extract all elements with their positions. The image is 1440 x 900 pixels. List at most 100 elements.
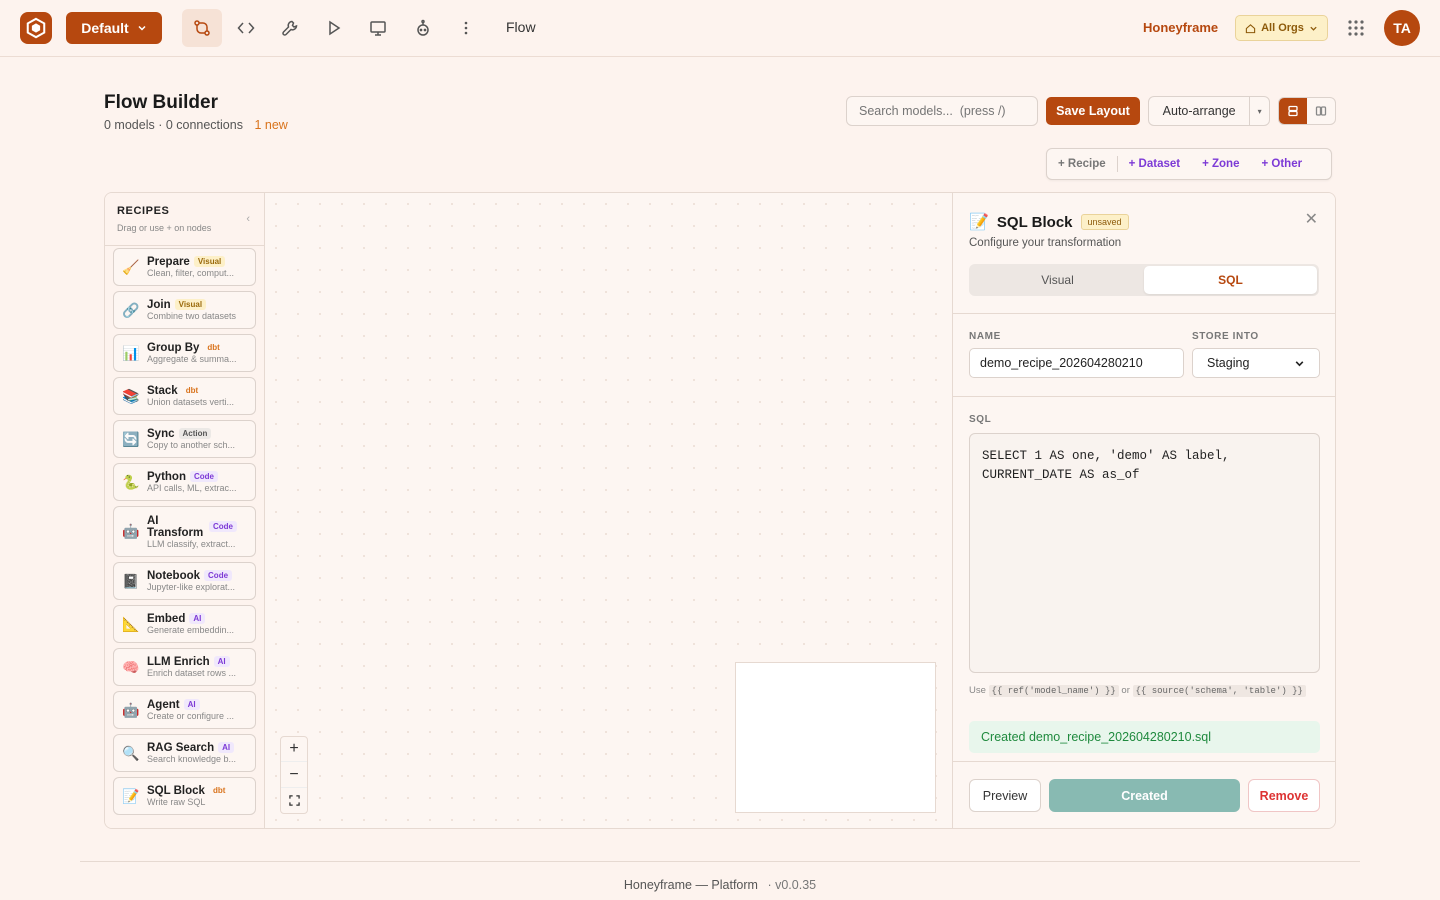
recipe-description: Search knowledge b... [147, 754, 237, 764]
tab-visual[interactable]: Visual [971, 266, 1144, 294]
monitor-tool-button[interactable] [358, 9, 398, 47]
workspace-dropdown-button[interactable]: Default [66, 12, 162, 44]
zoom-out-button[interactable]: − [281, 762, 307, 788]
recipe-config-panel: 📝 SQL Block unsaved ✕ Configure your tra… [952, 193, 1335, 828]
recipe-description: Write raw SQL [147, 797, 206, 807]
recipe-tag: AI [213, 656, 230, 667]
add-other-button[interactable]: + Other [1250, 158, 1313, 170]
preview-button[interactable]: Preview [969, 779, 1041, 812]
recipe-name-text: Sync [147, 428, 175, 440]
recipe-icon: 🧠 [122, 658, 140, 675]
recipe-name: Sync Action [147, 428, 245, 440]
recipe-item[interactable]: 📊 Group By dbt Aggregate & summa... [113, 334, 256, 372]
columns-icon [1315, 106, 1327, 116]
store-into-select[interactable]: Staging [1192, 348, 1320, 378]
play-icon [329, 20, 341, 36]
recipe-item[interactable]: 🔍 RAG Search AI Search knowledge b... [113, 734, 256, 772]
recipe-tag: Visual [193, 256, 226, 267]
panel-header: 📝 SQL Block unsaved [969, 212, 1129, 232]
recipe-item[interactable]: 🤖 AI Transform Code LLM classify, extract..… [113, 506, 256, 557]
recipe-icon: 🐍 [122, 473, 140, 490]
recipe-item[interactable]: 🤖 Agent AI Create or configure ... [113, 691, 256, 729]
recipe-icon: 🔗 [122, 301, 140, 318]
flow-icon [194, 20, 210, 36]
chevron-down-icon [1310, 26, 1317, 31]
recipe-name: SQL Block dbt [147, 785, 245, 797]
zoom-in-button[interactable]: + [281, 737, 307, 763]
name-label: NAME [969, 331, 1001, 342]
zoom-controls: + − [280, 736, 308, 814]
fit-view-button[interactable] [281, 788, 307, 813]
more-vertical-icon [464, 21, 468, 35]
horizontal-layout-toggle[interactable] [1307, 98, 1335, 124]
vertical-layout-toggle[interactable] [1279, 98, 1307, 124]
chevron-down-icon [1295, 360, 1304, 366]
sql-editor[interactable]: SELECT 1 AS one, 'demo' AS label, CURREN… [969, 433, 1320, 673]
panel-title: SQL Block [996, 213, 1073, 231]
recipe-name-text: AI Transform [147, 514, 204, 539]
wrench-tool-button[interactable] [270, 9, 310, 47]
apps-grid-button[interactable] [1346, 18, 1366, 38]
org-name-link[interactable]: Honeyframe [1143, 20, 1218, 35]
add-recipe-button[interactable]: + Recipe [1047, 158, 1117, 170]
code-tool-button[interactable] [226, 9, 266, 47]
recipe-text: Embed AI Generate embeddin... [147, 613, 245, 635]
hint-use: Use [969, 685, 986, 696]
avatar[interactable]: TA [1384, 10, 1420, 46]
store-into-value: Staging [1207, 356, 1250, 370]
recipe-item[interactable]: 🔄 Sync Action Copy to another sch... [113, 420, 256, 458]
add-zone-button[interactable]: + Zone [1191, 158, 1250, 170]
recipe-item[interactable]: 📚 Stack dbt Union datasets verti... [113, 377, 256, 415]
recipe-description: Aggregate & summa... [147, 354, 237, 364]
bot-tool-button[interactable] [403, 9, 443, 47]
save-layout-button[interactable]: Save Layout [1046, 97, 1140, 125]
created-button[interactable]: Created [1049, 779, 1240, 812]
recipe-name-text: Stack [147, 385, 178, 397]
recipe-icon: 🔍 [122, 744, 140, 761]
footer-text: Honeyframe — Platform [623, 878, 758, 892]
recipe-item[interactable]: 📝 SQL Block dbt Write raw SQL [113, 777, 256, 815]
monitor-icon [370, 21, 386, 36]
recipe-name: RAG Search AI [147, 742, 245, 754]
recipes-subtitle: Drag or use + on nodes [117, 223, 212, 233]
recipe-description: Create or configure ... [147, 711, 235, 721]
store-into-label: STORE INTO [1192, 331, 1259, 342]
recipe-item[interactable]: 🐍 Python Code API calls, ML, extrac... [113, 463, 256, 501]
recipe-description: Combine two datasets [147, 311, 237, 321]
recipe-item[interactable]: 🧠 LLM Enrich AI Enrich dataset rows ... [113, 648, 256, 686]
recipe-tag: Action [178, 428, 212, 439]
hint-source-code: {{ source('schema', 'table') }} [1132, 685, 1306, 697]
recipe-item[interactable]: 📐 Embed AI Generate embeddin... [113, 605, 256, 643]
recipe-item[interactable]: 🧹 Prepare Visual Clean, filter, comput... [113, 248, 256, 286]
more-menu-button[interactable] [446, 9, 486, 47]
hint-or: or [1121, 685, 1130, 696]
recipe-icon: 📝 [122, 787, 140, 804]
recipe-item[interactable]: 📓 Notebook Code Jupyter-like explorat... [113, 562, 256, 600]
run-tool-button[interactable] [314, 9, 354, 47]
remove-button[interactable]: Remove [1248, 779, 1320, 812]
tab-sql[interactable]: SQL [1144, 266, 1317, 294]
collapse-chevron-icon[interactable]: ‹ [246, 213, 250, 225]
recipe-description: Enrich dataset rows ... [147, 668, 237, 678]
flow-tool-button[interactable] [182, 9, 222, 47]
auto-arrange-button[interactable]: Auto-arrange ▾ [1148, 96, 1270, 126]
recipe-name: Agent AI [147, 699, 245, 711]
close-icon[interactable]: ✕ [1305, 209, 1318, 229]
recipe-tag: Code [209, 521, 237, 532]
recipe-icon: 📚 [122, 387, 140, 404]
models-count: 0 models · 0 connections [104, 118, 243, 132]
search-models-input[interactable] [846, 96, 1038, 126]
logo-icon[interactable] [20, 12, 52, 44]
view-toggle[interactable] [1278, 97, 1336, 125]
add-dataset-button[interactable]: + Dataset [1118, 158, 1191, 170]
org-switcher-button[interactable]: All Orgs [1235, 15, 1328, 41]
minimap[interactable] [735, 662, 936, 813]
breadcrumb: Flow [506, 19, 536, 35]
recipe-name-text: Group By [147, 342, 200, 354]
version-label: · v0.0.35 [767, 878, 817, 892]
recipe-name: Embed AI [147, 613, 245, 625]
caret-down-icon[interactable]: ▾ [1249, 97, 1269, 125]
recipe-name-input[interactable] [969, 348, 1184, 378]
recipe-tag: dbt [207, 343, 220, 352]
recipe-item[interactable]: 🔗 Join Visual Combine two datasets [113, 291, 256, 329]
